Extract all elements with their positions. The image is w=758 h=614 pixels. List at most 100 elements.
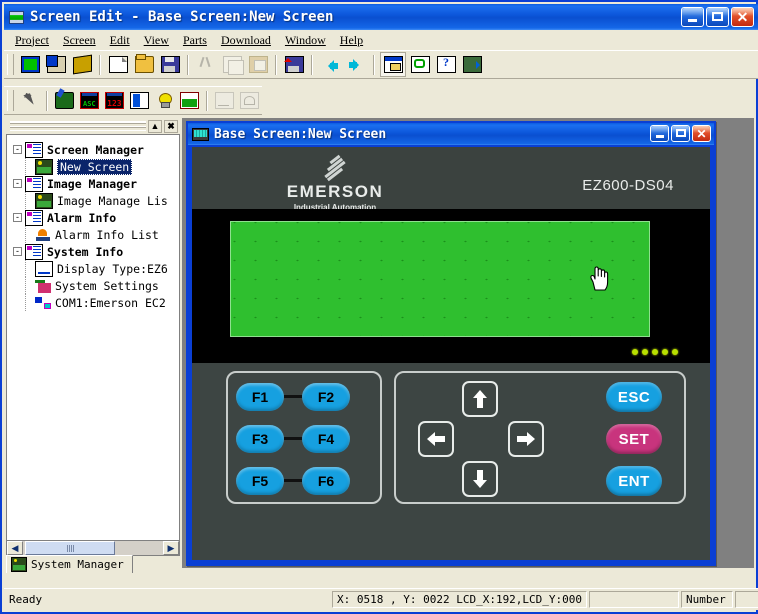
scrollbar-thumb[interactable] (25, 541, 115, 555)
title-bar: Screen Edit - Base Screen:New Screen ✕ (4, 4, 758, 30)
cut-icon[interactable] (194, 53, 218, 76)
toolbar-grip[interactable] (7, 54, 14, 75)
open-file-icon[interactable] (132, 53, 156, 76)
refresh-icon[interactable] (408, 53, 432, 76)
tree-node-alarm-info[interactable]: - Alarm Info (13, 209, 179, 226)
child-close-button[interactable]: ✕ (692, 125, 711, 142)
toolbar-separator (275, 54, 277, 75)
numeric-display-icon[interactable] (103, 89, 126, 112)
arrow-left-icon[interactable] (418, 421, 454, 457)
device-model-label: EZ600-DS04 (582, 177, 674, 194)
arrow-right-icon[interactable] (508, 421, 544, 457)
expander-toggle[interactable]: - (13, 179, 22, 188)
save-icon[interactable] (158, 53, 182, 76)
lamp-icon[interactable] (53, 89, 76, 112)
menu-item-help[interactable]: Help (333, 31, 370, 50)
indicator-lamp-icon[interactable] (153, 89, 176, 112)
panel-close-button[interactable]: ✖ (164, 119, 178, 133)
copy-screen-icon[interactable] (44, 53, 68, 76)
key-ent[interactable]: ENT (606, 466, 662, 496)
display-type-icon (35, 260, 53, 277)
window-list-icon[interactable] (380, 52, 406, 77)
project-tree[interactable]: - Screen Manager New Screen - Image Mana… (6, 134, 180, 556)
tree-node-label: Alarm Info (47, 210, 117, 225)
meter-icon[interactable] (238, 89, 261, 112)
paste-icon[interactable] (246, 53, 270, 76)
function-key-group: F1 F2 F3 F4 F5 F6 (226, 371, 382, 504)
tab-system-manager[interactable]: System Manager (6, 555, 133, 573)
copy-icon[interactable] (220, 53, 244, 76)
select-pointer-icon[interactable] (18, 89, 41, 112)
save-all-icon[interactable] (282, 53, 306, 76)
tree-node-new-screen[interactable]: New Screen (13, 158, 179, 175)
menu-item-window[interactable]: Window (278, 31, 333, 50)
tree-indent (13, 277, 35, 294)
toolbar-separator (99, 54, 101, 75)
tree-node-image-manage-list[interactable]: Image Manage Lis (13, 192, 179, 209)
key-f2[interactable]: F2 (302, 383, 350, 411)
key-set[interactable]: SET (606, 424, 662, 454)
screen-stack-icon[interactable] (70, 53, 94, 76)
trend-graph-icon[interactable] (213, 89, 236, 112)
tree-node-system-info[interactable]: - System Info (13, 243, 179, 260)
menu-item-screen[interactable]: Screen (56, 31, 103, 50)
tree-node-system-settings[interactable]: System Settings (13, 277, 179, 294)
expander-toggle[interactable]: - (13, 213, 22, 222)
key-f6[interactable]: F6 (302, 467, 350, 495)
tree-node-image-manager[interactable]: - Image Manager (13, 175, 179, 192)
expander-toggle[interactable]: - (13, 247, 22, 256)
lcd-screen-canvas[interactable] (230, 221, 650, 337)
maximize-button[interactable] (706, 7, 729, 27)
new-screen-icon[interactable] (18, 53, 42, 76)
back-arrow-icon[interactable] (318, 53, 342, 76)
child-title-bar: Base Screen:New Screen ✕ (188, 123, 714, 145)
tree-node-screen-manager[interactable]: - Screen Manager (13, 141, 179, 158)
tree-node-com1[interactable]: COM1:Emerson EC2 (13, 294, 179, 311)
scroll-left-button[interactable]: ◀ (7, 541, 23, 555)
key-esc[interactable]: ESC (606, 382, 662, 412)
status-led (672, 349, 678, 355)
key-f3[interactable]: F3 (236, 425, 284, 453)
bar-graph-icon[interactable] (128, 89, 151, 112)
arrow-up-icon[interactable] (462, 381, 498, 417)
scroll-right-button[interactable]: ▶ (163, 541, 179, 555)
tree-horizontal-scrollbar[interactable]: ◀ ▶ (6, 540, 180, 556)
key-f4[interactable]: F4 (302, 425, 350, 453)
toolbar-separator (373, 54, 375, 75)
child-maximize-button[interactable] (671, 125, 690, 142)
tree-node-label: Image Manage Lis (57, 193, 168, 208)
child-window-controls: ✕ (650, 125, 711, 142)
key-f5[interactable]: F5 (236, 467, 284, 495)
forward-arrow-icon[interactable] (344, 53, 368, 76)
tree-node-label: System Settings (55, 278, 159, 293)
folder-alarm-icon (25, 209, 43, 226)
menu-item-edit[interactable]: Edit (103, 31, 137, 50)
ascii-display-icon[interactable] (78, 89, 101, 112)
mdi-client-area: Base Screen:New Screen ✕ EMERSON Industr… (182, 118, 754, 568)
panel-pin-button[interactable]: ▲ (148, 119, 162, 133)
exit-icon[interactable] (460, 53, 484, 76)
tree-node-label: Display Type:EZ6 (57, 261, 168, 276)
tree-node-alarm-info-list[interactable]: Alarm Info List (13, 226, 179, 243)
minimize-button[interactable] (681, 7, 704, 27)
expander-toggle[interactable]: - (13, 145, 22, 154)
toolbar-grip[interactable] (7, 90, 14, 111)
panel-tabs: System Manager (6, 555, 180, 573)
new-file-icon[interactable] (106, 53, 130, 76)
close-button[interactable]: ✕ (731, 7, 754, 27)
panel-grip[interactable] (10, 121, 146, 131)
tree-node-label: System Info (47, 244, 124, 259)
tree-indent (13, 192, 35, 209)
status-mode: Number (681, 591, 734, 608)
menu-item-view[interactable]: View (137, 31, 176, 50)
tree-node-display-type[interactable]: Display Type:EZ6 (13, 260, 179, 277)
menu-item-project[interactable]: Project (8, 31, 56, 50)
key-f1[interactable]: F1 (236, 383, 284, 411)
menu-item-parts[interactable]: Parts (176, 31, 214, 50)
picture-icon[interactable] (178, 89, 201, 112)
child-minimize-button[interactable] (650, 125, 669, 142)
help-icon[interactable] (434, 53, 458, 76)
menu-item-download[interactable]: Download (214, 31, 278, 50)
arrow-down-icon[interactable] (462, 461, 498, 497)
application-window: Screen Edit - Base Screen:New Screen ✕ P… (0, 0, 758, 614)
